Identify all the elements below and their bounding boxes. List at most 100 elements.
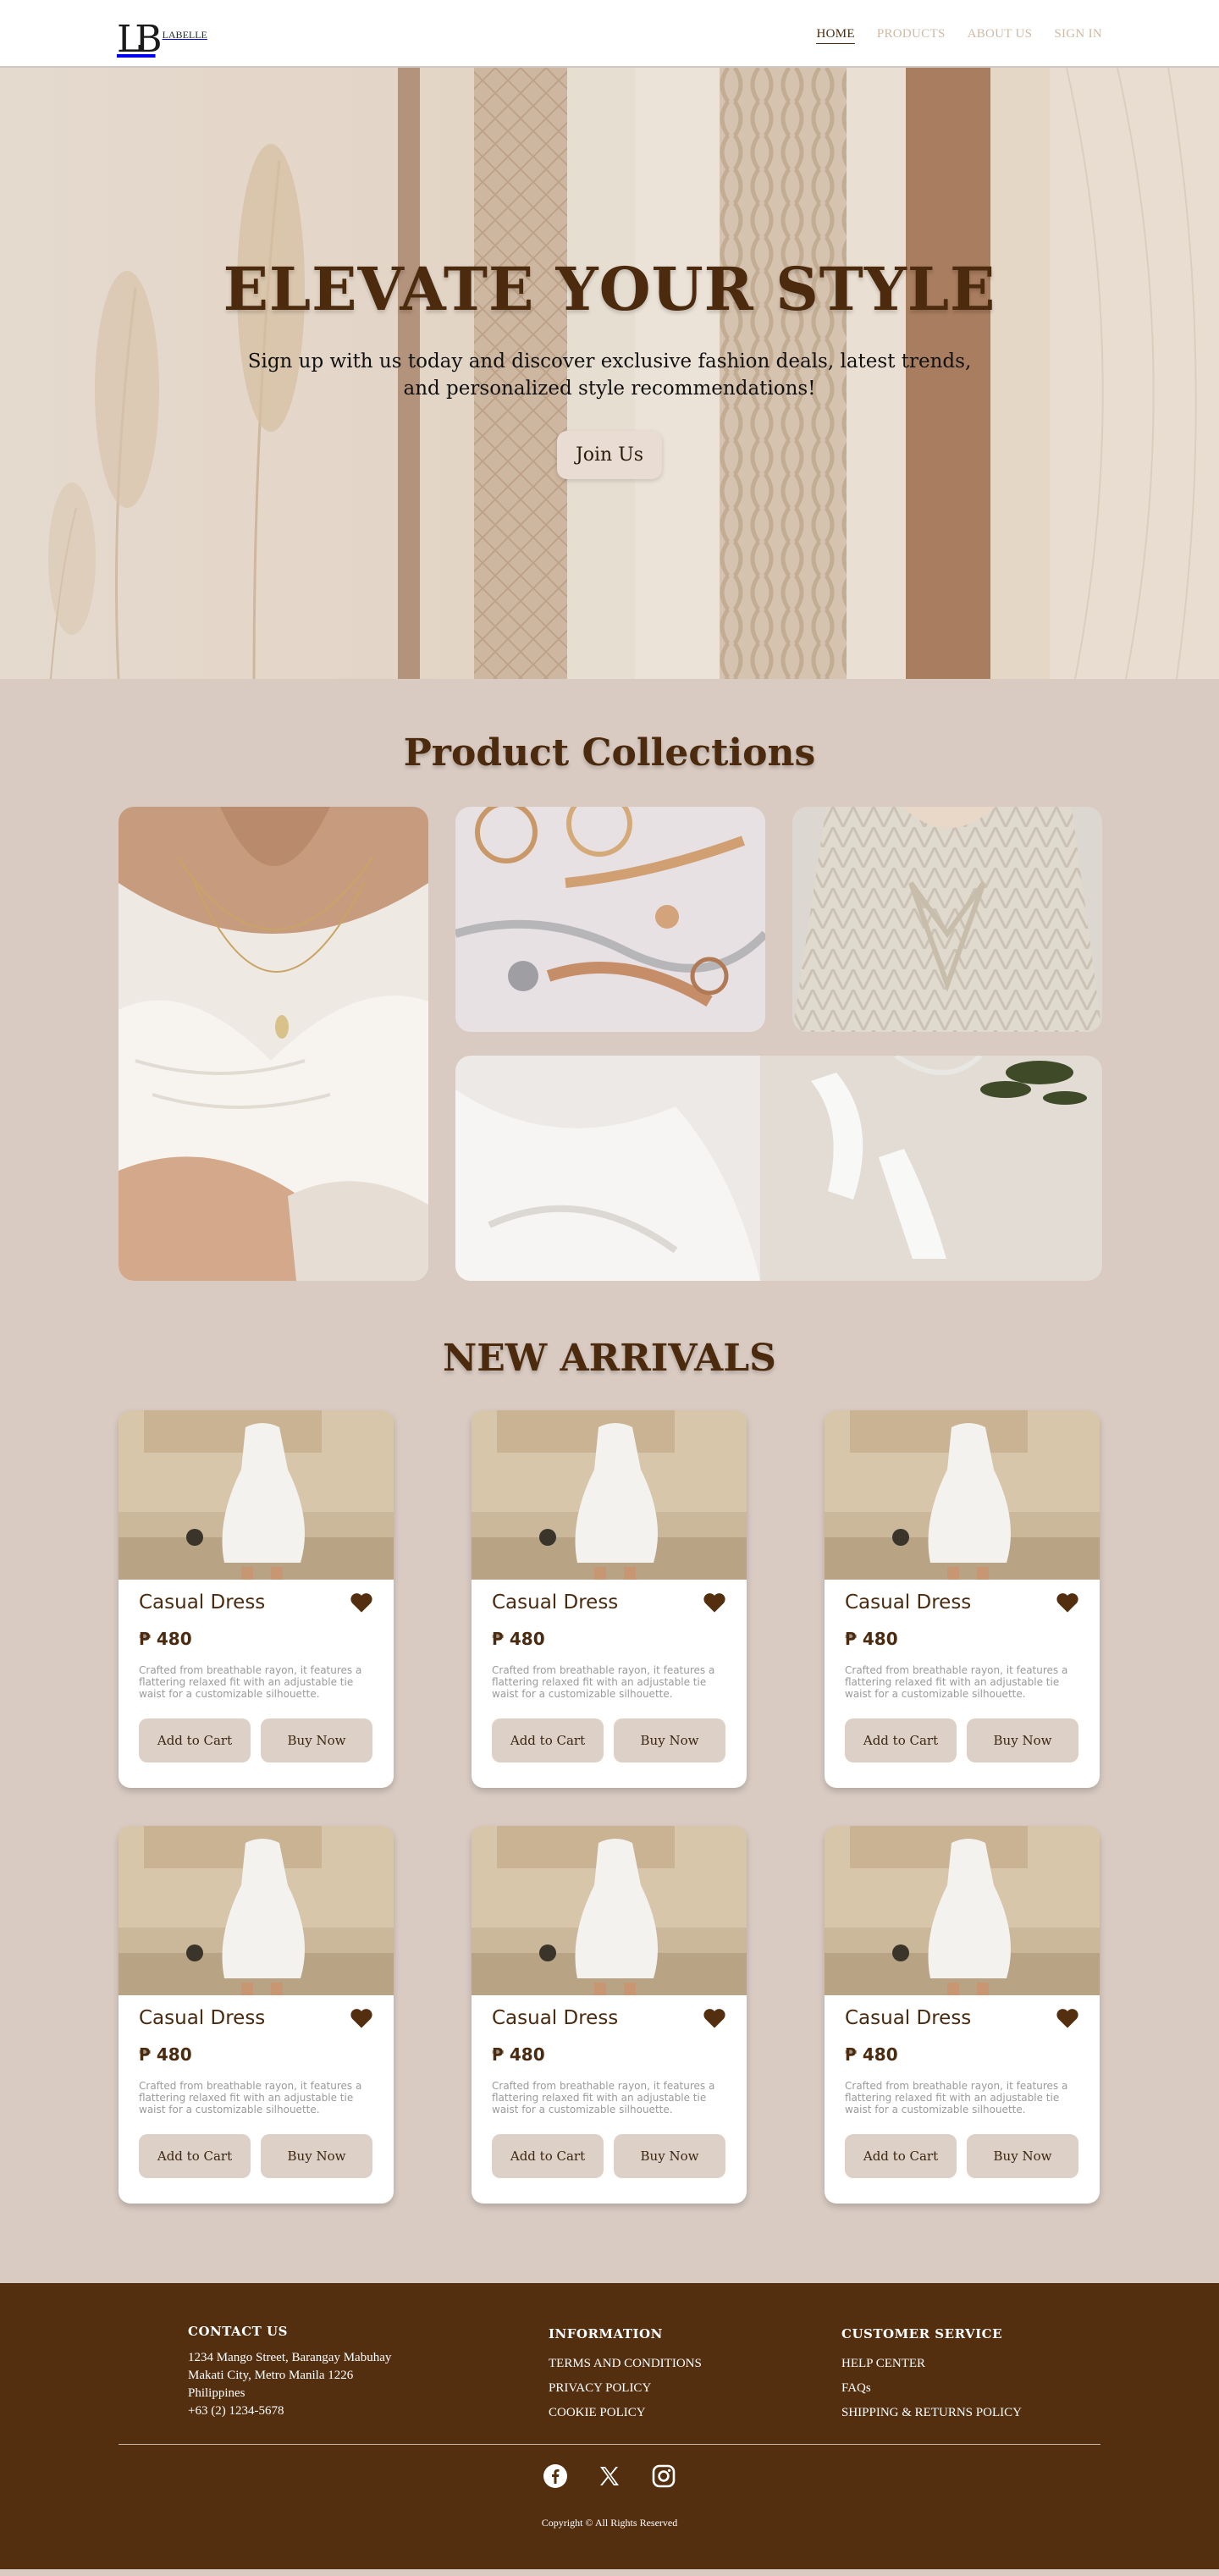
dress-photo	[119, 1410, 394, 1580]
add-to-cart-button[interactable]: Add to Cart	[139, 1718, 251, 1762]
instagram-icon	[652, 2464, 676, 2488]
brand-logo[interactable]: LB LABELLE	[117, 8, 207, 58]
contact-phone: +63 (2) 1234-5678	[188, 2404, 284, 2418]
service-link-item: SHIPPING & RETURNS POLICY	[841, 2401, 1022, 2425]
faqs-link[interactable]: FAQs	[841, 2381, 871, 2395]
dress-photo	[472, 1410, 747, 1580]
buy-now-button[interactable]: Buy Now	[614, 1718, 725, 1762]
hero-section: ELEVATE YOUR STYLE Sign up with us today…	[0, 68, 1219, 679]
footer-information: INFORMATION TERMS AND CONDITIONS PRIVACY…	[549, 2326, 841, 2425]
privacy-link[interactable]: PRIVACY POLICY	[549, 2381, 651, 2395]
hero-content: ELEVATE YOUR STYLE Sign up with us today…	[0, 254, 1219, 479]
instagram-link[interactable]	[652, 2464, 676, 2488]
add-to-cart-button[interactable]: Add to Cart	[139, 2134, 251, 2178]
product-price: ₱ 480	[845, 1629, 898, 1649]
information-link-item: PRIVACY POLICY	[549, 2376, 841, 2401]
buy-now-button[interactable]: Buy Now	[967, 1718, 1078, 1762]
product-description: Crafted from breathable rayon, it featur…	[139, 1664, 362, 1700]
footer-customer-service: CUSTOMER SERVICE HELP CENTER FAQs SHIPPI…	[841, 2326, 1022, 2425]
product-body: Casual Dress ₱ 480 Crafted from breathab…	[119, 1580, 394, 1762]
buy-now-button[interactable]: Buy Now	[261, 1718, 372, 1762]
x-icon	[600, 2467, 619, 2485]
hero-subtitle: Sign up with us today and discover exclu…	[247, 350, 972, 400]
cookie-link[interactable]: COOKIE POLICY	[549, 2406, 646, 2419]
dress-photo	[825, 1410, 1100, 1580]
heart-icon[interactable]	[703, 2007, 726, 2029]
add-to-cart-button[interactable]: Add to Cart	[492, 2134, 604, 2178]
dress-photo	[472, 1826, 747, 1995]
add-to-cart-button[interactable]: Add to Cart	[845, 1718, 957, 1762]
knit-sweater-photo	[792, 807, 1102, 1032]
product-actions: Add to Cart Buy Now	[845, 2134, 1079, 2178]
collections-grid	[119, 807, 1102, 1281]
new-arrivals-title: NEW ARRIVALS	[443, 1337, 776, 1380]
nav-item-signin: SIGN IN	[1054, 25, 1102, 41]
product-head: Casual Dress	[139, 2007, 373, 2029]
product-body: Casual Dress ₱ 480 Crafted from breathab…	[472, 1580, 747, 1762]
jewelry-photo	[455, 807, 765, 1032]
hero-title: ELEVATE YOUR STYLE	[223, 254, 996, 324]
heart-icon[interactable]	[350, 1591, 373, 1613]
nav-links: HOME PRODUCTS ABOUT US SIGN IN	[816, 25, 1102, 44]
collection-tile-heels[interactable]	[455, 1056, 1102, 1281]
join-us-button[interactable]: Join Us	[556, 431, 663, 479]
product-card: Casual Dress ₱ 480 Crafted from breathab…	[825, 1826, 1100, 2204]
heart-icon[interactable]	[1056, 1591, 1079, 1613]
nav-item-products: PRODUCTS	[877, 25, 946, 41]
heart-icon[interactable]	[350, 2007, 373, 2029]
product-image[interactable]	[825, 1826, 1100, 1995]
product-body: Casual Dress ₱ 480 Crafted from breathab…	[119, 1995, 394, 2178]
product-head: Casual Dress	[845, 1591, 1079, 1613]
product-description: Crafted from breathable rayon, it featur…	[492, 1664, 715, 1700]
product-card: Casual Dress ₱ 480 Crafted from breathab…	[472, 1826, 747, 2204]
nav-link-about[interactable]: ABOUT US	[968, 27, 1033, 41]
product-actions: Add to Cart Buy Now	[492, 2134, 726, 2178]
facebook-link[interactable]	[543, 2464, 567, 2488]
product-actions: Add to Cart Buy Now	[492, 1718, 726, 1762]
terms-link[interactable]: TERMS AND CONDITIONS	[549, 2357, 702, 2370]
copyright-text: Copyright © All Rights Reserved	[541, 2517, 678, 2529]
buy-now-button[interactable]: Buy Now	[261, 2134, 372, 2178]
product-card: Casual Dress ₱ 480 Crafted from breathab…	[825, 1410, 1100, 1788]
product-image[interactable]	[825, 1410, 1100, 1580]
product-name: Casual Dress	[845, 2007, 972, 2029]
footer: CONTACT US 1234 Mango Street, Barangay M…	[0, 2283, 1219, 2569]
add-to-cart-button[interactable]: Add to Cart	[845, 2134, 957, 2178]
logo-mark: LB	[117, 18, 162, 61]
heart-icon[interactable]	[1056, 2007, 1079, 2029]
dress-photo	[119, 1826, 394, 1995]
product-card: Casual Dress ₱ 480 Crafted from breathab…	[472, 1410, 747, 1788]
product-description: Crafted from breathable rayon, it featur…	[845, 2080, 1068, 2115]
service-heading: CUSTOMER SERVICE	[841, 2326, 1003, 2342]
product-image[interactable]	[472, 1410, 747, 1580]
product-image[interactable]	[119, 1826, 394, 1995]
add-to-cart-button[interactable]: Add to Cart	[492, 1718, 604, 1762]
heart-icon[interactable]	[703, 1591, 726, 1613]
nav-link-products[interactable]: PRODUCTS	[877, 27, 946, 41]
buy-now-button[interactable]: Buy Now	[614, 2134, 725, 2178]
white-heels-photo	[455, 1056, 1102, 1281]
product-image[interactable]	[472, 1826, 747, 1995]
product-actions: Add to Cart Buy Now	[139, 1718, 373, 1762]
collection-tile-sweater[interactable]	[792, 807, 1102, 1032]
collection-tile-necklace[interactable]	[119, 807, 428, 1281]
shipping-returns-link[interactable]: SHIPPING & RETURNS POLICY	[841, 2406, 1022, 2419]
x-link[interactable]	[598, 2464, 621, 2488]
dress-photo	[825, 1826, 1100, 1995]
service-link-item: HELP CENTER	[841, 2352, 1022, 2376]
collection-tile-jewelry[interactable]	[455, 807, 765, 1032]
nav-link-home[interactable]: HOME	[816, 27, 855, 44]
contact-heading: CONTACT US	[188, 2324, 288, 2339]
product-image[interactable]	[119, 1410, 394, 1580]
product-head: Casual Dress	[139, 1591, 373, 1613]
footer-contact: CONTACT US 1234 Mango Street, Barangay M…	[188, 2324, 549, 2425]
product-name: Casual Dress	[492, 1591, 619, 1613]
help-center-link[interactable]: HELP CENTER	[841, 2357, 925, 2370]
social-links	[0, 2464, 1219, 2488]
product-price: ₱ 480	[845, 2044, 898, 2065]
navbar: LB LABELLE HOME PRODUCTS ABOUT US SIGN I…	[0, 0, 1219, 68]
buy-now-button[interactable]: Buy Now	[967, 2134, 1078, 2178]
product-actions: Add to Cart Buy Now	[139, 2134, 373, 2178]
nav-link-signin[interactable]: SIGN IN	[1054, 27, 1102, 41]
product-body: Casual Dress ₱ 480 Crafted from breathab…	[825, 1580, 1100, 1762]
